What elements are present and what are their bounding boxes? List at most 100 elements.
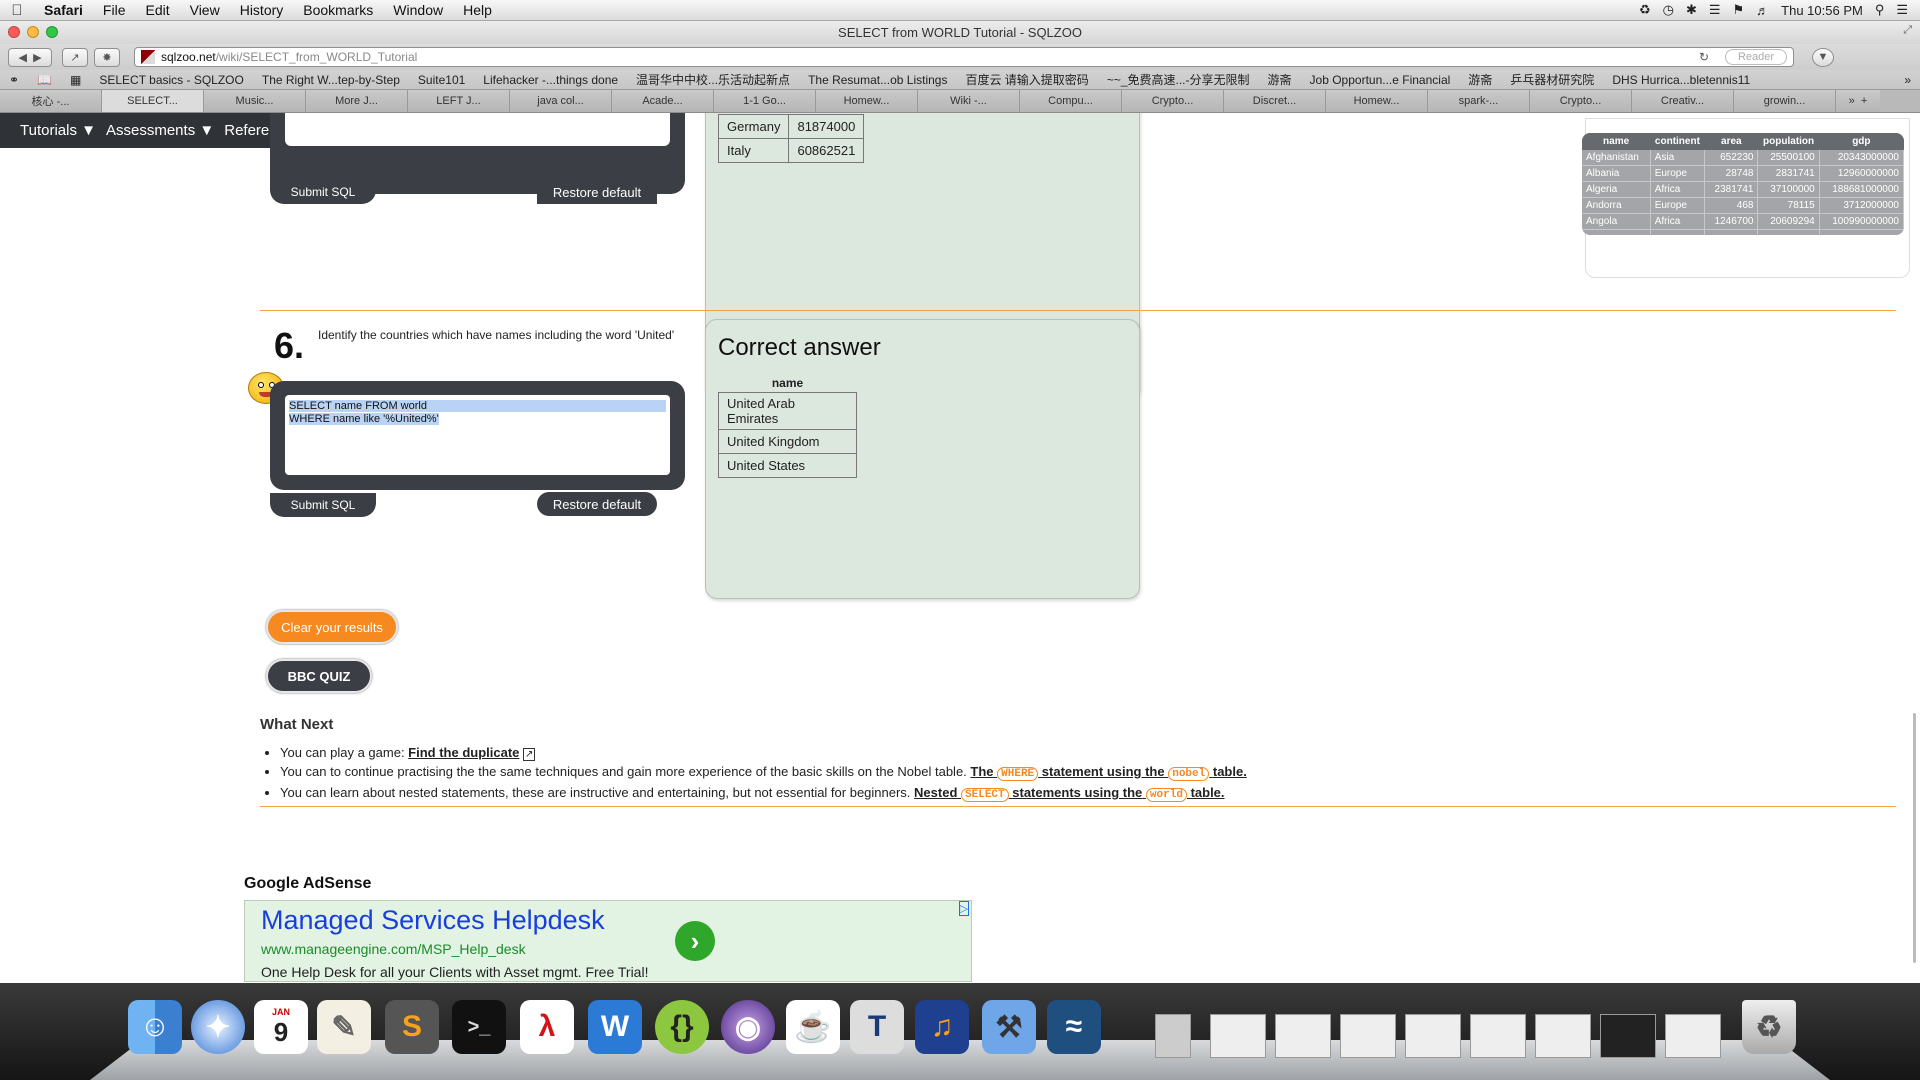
q6-restore-button[interactable]: Restore default <box>537 492 657 516</box>
menu-window[interactable]: Window <box>383 2 453 18</box>
minimized-window[interactable] <box>1600 1014 1656 1058</box>
ad-arrow-icon[interactable]: › <box>675 921 715 961</box>
tab[interactable]: 1-1 Go... <box>714 90 816 112</box>
eclipse-icon[interactable]: ◉ <box>721 1000 775 1054</box>
ad-title[interactable]: Managed Services Helpdesk <box>261 905 605 936</box>
tab[interactable]: growin... <box>1734 90 1836 112</box>
reload-icon[interactable]: ↻ <box>1699 50 1709 64</box>
menu-bookmarks[interactable]: Bookmarks <box>293 2 383 18</box>
bookmark-item[interactable]: 乒乓器材研究院 <box>1501 71 1603 88</box>
sublime-text-icon[interactable]: S <box>385 1000 439 1054</box>
back-forward-buttons[interactable]: ◀ ▶ <box>8 47 52 67</box>
nav-assessments[interactable]: Assessments ▼ <box>106 122 214 139</box>
tab-active[interactable]: SELECT... <box>102 90 204 112</box>
nested-select-link[interactable]: Nested SELECT statements using the world… <box>914 785 1225 802</box>
safari-icon[interactable]: ✦ <box>191 1000 245 1054</box>
finder-icon[interactable]: ☺ <box>128 1000 182 1054</box>
ad-banner[interactable]: Managed Services Helpdesk www.manageengi… <box>244 900 972 982</box>
minimized-window[interactable] <box>1405 1014 1461 1058</box>
minimized-window[interactable] <box>1340 1014 1396 1058</box>
minimized-window[interactable] <box>1470 1014 1526 1058</box>
word-icon[interactable]: W <box>588 1000 642 1054</box>
tab[interactable]: Homew... <box>1326 90 1428 112</box>
list-icon[interactable]: ☰ <box>1896 2 1908 18</box>
menu-history[interactable]: History <box>230 2 294 18</box>
q5-restore-button[interactable]: Restore default <box>537 180 657 204</box>
bookmark-item[interactable]: 游斋 <box>1259 71 1301 88</box>
minimized-window[interactable] <box>1665 1014 1721 1058</box>
bookmark-item[interactable]: DHS Hurrica...bletennis11 <box>1603 73 1759 87</box>
texshop-icon[interactable]: T <box>850 1000 904 1054</box>
q5-sql-editor[interactable] <box>285 113 670 146</box>
bookmarks-icon[interactable]: 📖 <box>28 73 61 87</box>
extension-button[interactable]: ✸ <box>94 47 120 67</box>
bluetooth-icon[interactable]: ✱ <box>1686 2 1697 18</box>
tab[interactable]: Compu... <box>1020 90 1122 112</box>
textedit-icon[interactable]: ✎ <box>317 1000 371 1054</box>
calendar-icon[interactable]: JAN 9 <box>254 1000 308 1054</box>
reading-list-icon[interactable]: ⚭ <box>0 73 28 87</box>
trash-icon[interactable]: ♻ <box>1742 1000 1796 1054</box>
bookmark-item[interactable]: SELECT basics - SQLZOO <box>90 73 253 87</box>
address-bar[interactable]: sqlzoo.net/wiki/SELECT_from_WORLD_Tutori… <box>134 47 1794 67</box>
zoom-window-button[interactable] <box>46 26 58 38</box>
documents-stack-icon[interactable] <box>1155 1014 1191 1058</box>
top-sites-icon[interactable]: ▦ <box>61 73 90 87</box>
downloads-button[interactable]: ▼ <box>1812 47 1834 67</box>
tab[interactable]: Discret... <box>1224 90 1326 112</box>
q6-sql-editor[interactable]: SELECT name FROM world WHERE name like '… <box>285 395 670 475</box>
wifi-icon[interactable]: ☰ <box>1709 2 1721 18</box>
menu-edit[interactable]: Edit <box>135 2 179 18</box>
forward-icon[interactable]: ▶ <box>33 51 41 64</box>
bookmark-item[interactable]: The Right W...tep-by-Step <box>253 73 409 87</box>
external-link-icon[interactable]: ↗ <box>523 748 536 761</box>
minimized-window[interactable] <box>1210 1014 1266 1058</box>
tab[interactable]: Creativ... <box>1632 90 1734 112</box>
bbc-quiz-button[interactable]: BBC QUIZ <box>266 659 372 693</box>
minimized-window[interactable] <box>1275 1014 1331 1058</box>
bookmark-item[interactable]: The Resumat...ob Listings <box>799 73 956 87</box>
menu-help[interactable]: Help <box>453 2 502 18</box>
audio-icon[interactable]: ♫ <box>915 1000 969 1054</box>
tab[interactable]: spark-... <box>1428 90 1530 112</box>
menu-view[interactable]: View <box>180 2 230 18</box>
share-button[interactable]: ↗ <box>62 47 88 67</box>
tab[interactable]: LEFT J... <box>408 90 510 112</box>
mysql-workbench-icon[interactable]: ≈ <box>1047 1000 1101 1054</box>
xcode-icon[interactable]: ⚒ <box>982 1000 1036 1054</box>
tab[interactable]: 核心 -... <box>0 90 102 112</box>
tab[interactable]: Wiki -... <box>918 90 1020 112</box>
minimize-window-button[interactable] <box>27 26 39 38</box>
more-bookmarks-icon[interactable]: » <box>1895 73 1920 87</box>
apple-icon[interactable]:  <box>0 2 34 19</box>
back-icon[interactable]: ◀ <box>18 51 26 64</box>
tab[interactable]: Homew... <box>816 90 918 112</box>
clock[interactable]: Thu 10:56 PM <box>1781 3 1863 18</box>
nobel-where-link[interactable]: The WHERE statement using the nobel tabl… <box>970 764 1247 781</box>
sync-icon[interactable]: ♻ <box>1639 2 1651 18</box>
brackets-icon[interactable]: {} <box>655 1000 709 1054</box>
bookmark-item[interactable]: Lifehacker -...things done <box>474 73 627 87</box>
tab[interactable]: Crypto... <box>1122 90 1224 112</box>
adchoices-icon[interactable]: ▷ <box>958 901 969 916</box>
tab[interactable]: Crypto... <box>1530 90 1632 112</box>
close-window-button[interactable] <box>8 26 20 38</box>
menu-app-safari[interactable]: Safari <box>34 2 93 18</box>
more-tabs-icon[interactable]: » + <box>1836 90 1880 112</box>
fullscreen-icon[interactable]: ⤢ <box>1903 24 1912 37</box>
volume-icon[interactable]: ♬ <box>1756 3 1769 18</box>
find-duplicate-link[interactable]: Find the duplicate <box>408 745 519 760</box>
flag-icon[interactable]: ⚑ <box>1733 2 1745 18</box>
q5-submit-button[interactable]: Submit SQL <box>270 180 376 204</box>
tab[interactable]: java col... <box>510 90 612 112</box>
menu-file[interactable]: File <box>93 2 136 18</box>
terminal-icon[interactable]: >_ <box>452 1000 506 1054</box>
tab[interactable]: More J... <box>306 90 408 112</box>
spotlight-icon[interactable]: ⚲ <box>1875 2 1885 18</box>
scrollbar[interactable] <box>1913 713 1916 963</box>
reader-button[interactable]: Reader <box>1725 49 1787 65</box>
bookmark-item[interactable]: Job Opportun...e Financial <box>1301 73 1460 87</box>
bookmark-item[interactable]: Suite101 <box>409 73 474 87</box>
bookmark-item[interactable]: 游斋 <box>1459 71 1501 88</box>
bookmark-item[interactable]: 温哥华中中校...乐活动起新点 <box>627 71 799 88</box>
